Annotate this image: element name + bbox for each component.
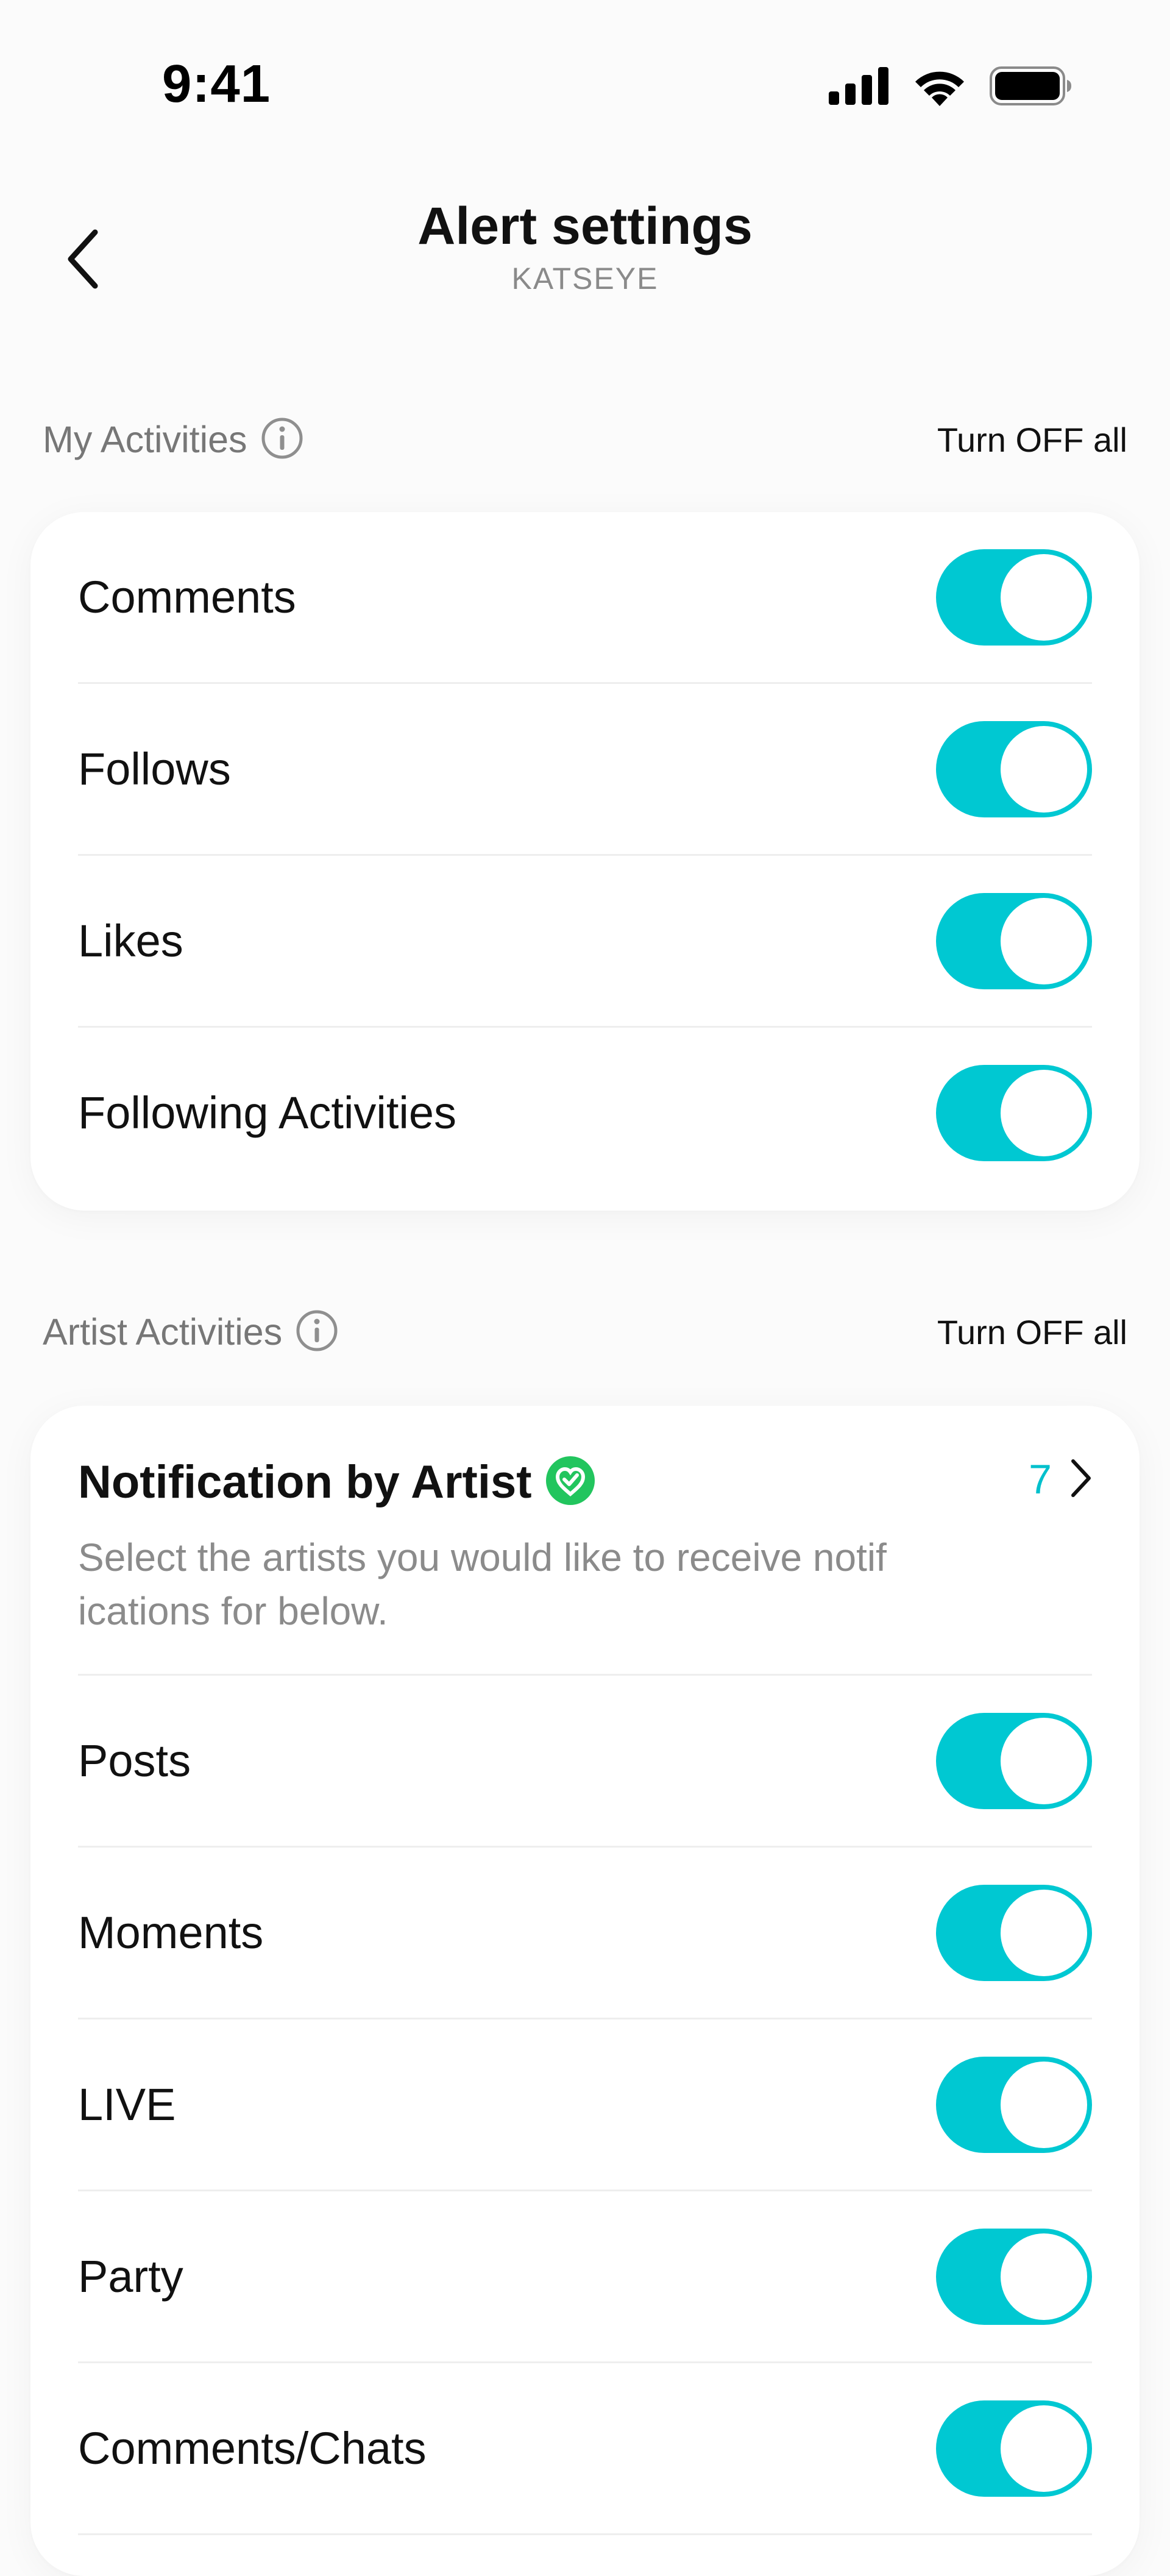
setting-row-party: Party — [78, 2191, 1092, 2363]
setting-row-live: LIVE — [78, 2019, 1092, 2191]
notification-by-artist-title: Notification by Artist — [78, 1456, 532, 1508]
setting-label: Moments — [78, 1907, 264, 1958]
status-time: 9:41 — [162, 54, 271, 113]
status-bar: 9:41 — [0, 0, 1170, 165]
info-icon[interactable] — [296, 1309, 338, 1355]
setting-row-posts: Posts — [78, 1676, 1092, 1848]
setting-label: Comments/Chats — [78, 2423, 427, 2474]
toggle-knob — [1001, 2061, 1087, 2148]
setting-label: Follows — [78, 744, 231, 794]
wifi-icon — [912, 66, 968, 109]
live-toggle[interactable] — [936, 2056, 1092, 2153]
setting-label: Following Activities — [78, 1087, 457, 1138]
toggle-knob — [1001, 1069, 1087, 1156]
toggle-knob — [1001, 725, 1087, 813]
setting-row-moments: Moments — [78, 1848, 1092, 2019]
setting-label: Likes — [78, 916, 183, 966]
follows-toggle[interactable] — [936, 720, 1092, 817]
setting-row-comments-chats: Comments/Chats — [78, 2363, 1092, 2535]
toggle-knob — [1001, 1717, 1087, 1804]
verified-badge-icon — [545, 1456, 595, 1509]
artist-activities-card: Notification by Artist 7 Select the arti… — [30, 1406, 1140, 2576]
toggle-knob — [1001, 553, 1087, 641]
chevron-right-icon — [1070, 1458, 1092, 1501]
my-activities-card: Comments Follows Likes Following Activit… — [30, 512, 1140, 1211]
likes-toggle[interactable] — [936, 892, 1092, 989]
page-subtitle: KATSEYE — [511, 262, 659, 296]
header: Alert settings KATSEYE — [0, 165, 1170, 347]
posts-toggle[interactable] — [936, 1712, 1092, 1809]
setting-label: LIVE — [78, 2079, 176, 2130]
toggle-knob — [1001, 2405, 1087, 2492]
setting-row-likes: Likes — [78, 856, 1092, 1028]
cellular-signal-icon — [829, 67, 890, 108]
setting-row-follows: Follows — [78, 684, 1092, 856]
turn-off-all-button[interactable]: Turn OFF all — [937, 1312, 1127, 1352]
turn-off-all-button[interactable]: Turn OFF all — [937, 420, 1127, 460]
comments-toggle[interactable] — [936, 549, 1092, 646]
setting-label: Comments — [78, 572, 296, 622]
status-icons — [829, 66, 1072, 109]
section-title: Artist Activities — [43, 1311, 283, 1353]
notification-by-artist-description: Select the artists you would like to rec… — [78, 1535, 887, 1633]
page-title: Alert settings — [417, 197, 753, 255]
toggle-knob — [1001, 2233, 1087, 2320]
comments-chats-toggle[interactable] — [936, 2400, 1092, 2497]
following-activities-toggle[interactable] — [936, 1064, 1092, 1161]
info-icon[interactable] — [261, 417, 303, 463]
setting-row-comments: Comments — [78, 512, 1092, 684]
toggle-knob — [1001, 1889, 1087, 1976]
artist-count-link[interactable]: 7 — [1029, 1456, 1092, 1503]
toggle-knob — [1001, 897, 1087, 984]
setting-row-following-activities: Following Activities — [78, 1028, 1092, 1198]
my-activities-header: My Activities Turn OFF all — [43, 412, 1127, 467]
artist-activities-header: Artist Activities Turn OFF all — [43, 1304, 1127, 1359]
artist-count: 7 — [1029, 1456, 1052, 1503]
setting-label: Posts — [78, 1735, 191, 1786]
moments-toggle[interactable] — [936, 1884, 1092, 1981]
battery-icon — [990, 66, 1072, 109]
section-title: My Activities — [43, 419, 247, 460]
party-toggle[interactable] — [936, 2228, 1092, 2325]
setting-label: Party — [78, 2251, 183, 2302]
notification-by-artist-row[interactable]: Notification by Artist 7 Select the arti… — [78, 1406, 1092, 1676]
